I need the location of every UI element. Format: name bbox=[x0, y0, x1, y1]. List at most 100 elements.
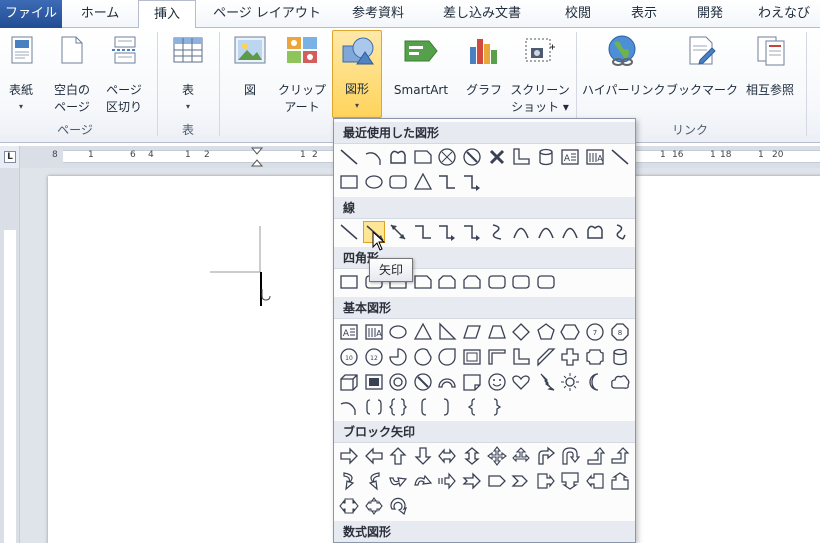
shape-lup-icon[interactable] bbox=[584, 445, 606, 467]
shape-elbowarr-icon[interactable] bbox=[461, 171, 483, 193]
table-button[interactable]: 表 ▾ bbox=[166, 32, 210, 118]
shape-snip-icon[interactable] bbox=[412, 146, 434, 168]
tab-waenavi[interactable]: わえなび bbox=[748, 0, 820, 28]
shape-snip2-icon[interactable] bbox=[436, 271, 458, 293]
shape-pentarr-icon[interactable] bbox=[486, 470, 508, 492]
shape-arcline-icon[interactable] bbox=[338, 396, 360, 418]
shape-callLR-icon[interactable] bbox=[338, 495, 360, 517]
indent-marker-icon[interactable] bbox=[250, 147, 264, 167]
shape-aU-icon[interactable] bbox=[387, 445, 409, 467]
shape-curvU-icon[interactable] bbox=[387, 470, 409, 492]
shape-callD-icon[interactable] bbox=[559, 470, 581, 492]
tab-home[interactable]: ホーム bbox=[66, 0, 134, 28]
shape-elbow-icon[interactable] bbox=[412, 221, 434, 243]
shape-snip2-icon[interactable] bbox=[461, 271, 483, 293]
shape-rtri-icon[interactable] bbox=[436, 321, 458, 343]
shape-aD-icon[interactable] bbox=[412, 445, 434, 467]
shape-lbracket-icon[interactable] bbox=[412, 396, 434, 418]
shape-pie-icon[interactable] bbox=[387, 346, 409, 368]
tab-review[interactable]: 校閲 bbox=[545, 0, 611, 28]
tab-mailings[interactable]: 差し込み文書 bbox=[424, 0, 540, 28]
shape-line-icon[interactable] bbox=[338, 221, 360, 243]
shape-ellipse-icon[interactable] bbox=[363, 171, 385, 193]
shape-can-icon[interactable] bbox=[535, 146, 557, 168]
shape-dblarrow-icon[interactable] bbox=[387, 221, 409, 243]
tab-file[interactable]: ファイル bbox=[0, 0, 62, 28]
shape-dodec-icon[interactable]: 12 bbox=[363, 346, 385, 368]
shape-line-icon[interactable] bbox=[338, 146, 360, 168]
shape-para-icon[interactable] bbox=[461, 321, 483, 343]
shape-plaque-icon[interactable] bbox=[584, 346, 606, 368]
shape-fold-icon[interactable] bbox=[461, 371, 483, 393]
page-break-button[interactable]: ページ 区切り bbox=[100, 32, 148, 118]
shape-lbrace-icon[interactable] bbox=[461, 396, 483, 418]
shape-cloud-icon[interactable] bbox=[609, 371, 631, 393]
cover-page-button[interactable]: 表紙 ▾ bbox=[2, 32, 40, 118]
shape-tri-icon[interactable] bbox=[412, 321, 434, 343]
shape-diagstripe-icon[interactable] bbox=[535, 346, 557, 368]
tab-page-layout[interactable]: ページ レイアウト bbox=[200, 0, 334, 28]
shape-snip-icon[interactable] bbox=[412, 271, 434, 293]
shape-rrect-icon[interactable] bbox=[486, 271, 508, 293]
shape-ellipse-icon[interactable] bbox=[387, 321, 409, 343]
shape-line-icon[interactable] bbox=[609, 146, 631, 168]
blank-page-button[interactable]: 空白の ページ bbox=[48, 32, 96, 118]
tab-view[interactable]: 表示 bbox=[613, 0, 675, 28]
shape-dbracket-icon[interactable] bbox=[363, 396, 385, 418]
shape-uturn-icon[interactable] bbox=[559, 445, 581, 467]
shape-striped-icon[interactable] bbox=[436, 470, 458, 492]
shape-tri-icon[interactable] bbox=[412, 171, 434, 193]
shape-rect-icon[interactable] bbox=[338, 271, 360, 293]
shape-hex-icon[interactable] bbox=[559, 321, 581, 343]
shape-aR-icon[interactable] bbox=[338, 445, 360, 467]
shape-oct-icon[interactable]: 8 bbox=[609, 321, 631, 343]
shape-rrect-icon[interactable] bbox=[535, 271, 557, 293]
shape-lshape-icon[interactable] bbox=[510, 346, 532, 368]
shape-diamond-icon[interactable] bbox=[510, 321, 532, 343]
shape-curvR-icon[interactable] bbox=[338, 470, 360, 492]
shape-chevron-icon[interactable] bbox=[510, 470, 532, 492]
shape-notched-icon[interactable] bbox=[461, 470, 483, 492]
smartart-button[interactable]: SmartArt bbox=[386, 32, 456, 118]
clip-art-button[interactable]: クリップ アート bbox=[276, 32, 328, 118]
shape-scribble-icon[interactable] bbox=[609, 221, 631, 243]
shape-a3-icon[interactable] bbox=[510, 445, 532, 467]
shape-cube-icon[interactable] bbox=[338, 371, 360, 393]
shape-circarr-icon[interactable] bbox=[387, 495, 409, 517]
shape-curve-icon[interactable] bbox=[535, 221, 557, 243]
shape-pent-icon[interactable] bbox=[535, 321, 557, 343]
shape-moon-icon[interactable] bbox=[584, 371, 606, 393]
shape-curvL-icon[interactable] bbox=[363, 470, 385, 492]
shape-rrect-icon[interactable] bbox=[510, 271, 532, 293]
shape-curve-icon[interactable] bbox=[559, 221, 581, 243]
shape-xmark-icon[interactable] bbox=[486, 146, 508, 168]
tab-references[interactable]: 参考資料 bbox=[337, 0, 419, 28]
tab-insert[interactable]: 挿入 bbox=[138, 0, 196, 29]
shape-aL-icon[interactable] bbox=[363, 445, 385, 467]
shape-dbrace-icon[interactable] bbox=[387, 396, 409, 418]
tab-developer[interactable]: 開発 bbox=[678, 0, 742, 28]
shape-tear-icon[interactable] bbox=[436, 346, 458, 368]
tab-selector[interactable]: L bbox=[0, 146, 20, 168]
screenshot-button[interactable]: スクリーン ショット ▾ bbox=[510, 32, 570, 118]
shape-callR-icon[interactable] bbox=[535, 470, 557, 492]
shape-smiley-icon[interactable] bbox=[486, 371, 508, 393]
cross-reference-button[interactable]: 相互参照 bbox=[738, 32, 802, 118]
shape-frame-icon[interactable] bbox=[461, 346, 483, 368]
shape-textbox-icon[interactable]: A bbox=[559, 146, 581, 168]
shape-freeform-icon[interactable] bbox=[584, 221, 606, 243]
shape-can-icon[interactable] bbox=[609, 346, 631, 368]
shape-plus-icon[interactable] bbox=[559, 346, 581, 368]
shape-dec-icon[interactable]: 10 bbox=[338, 346, 360, 368]
shape-arrow-icon[interactable] bbox=[633, 146, 635, 168]
shape-vtextbox-icon[interactable]: A bbox=[584, 146, 606, 168]
shape-scurve-icon[interactable] bbox=[486, 221, 508, 243]
shape-bentup-icon[interactable] bbox=[609, 445, 631, 467]
shape-bent-icon[interactable] bbox=[535, 445, 557, 467]
shape-callU-icon[interactable] bbox=[609, 470, 631, 492]
picture-button[interactable]: 図 bbox=[228, 32, 272, 118]
shape-nosym-icon[interactable] bbox=[461, 146, 483, 168]
hyperlink-button[interactable]: ハイパーリンク bbox=[582, 32, 666, 118]
shape-rbrace-icon[interactable] bbox=[486, 396, 508, 418]
shape-textbox-icon[interactable]: A bbox=[338, 321, 360, 343]
